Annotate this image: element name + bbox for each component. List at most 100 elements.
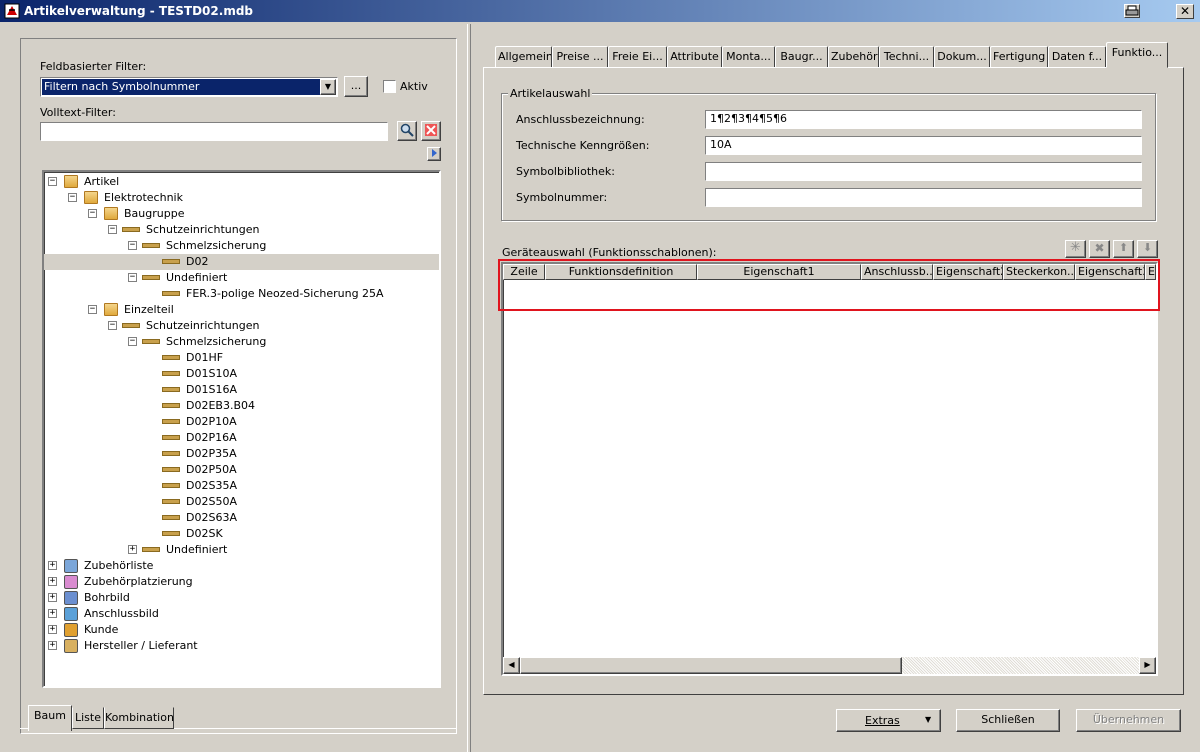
volltext-input[interactable] — [40, 122, 388, 141]
tab-dokum[interactable]: Dokum... — [934, 46, 990, 68]
tree-item[interactable]: − Artikel — [44, 174, 439, 190]
filter-select[interactable]: Filtern nach Symbolnummer ▼ — [40, 77, 338, 97]
filter-ellipsis-button[interactable]: ... — [344, 76, 368, 97]
chevron-down-icon[interactable]: ▼ — [320, 79, 336, 95]
tree-item[interactable]: − Schmelzsicherung — [44, 238, 439, 254]
tree-item[interactable]: FER.3-polige Neozed-Sicherung 25A — [44, 286, 439, 302]
tree-item[interactable]: − Elektrotechnik — [44, 190, 439, 206]
tree-expander-icon[interactable]: + — [48, 593, 57, 602]
tree-item[interactable]: + Anschlussbild — [44, 606, 439, 622]
tab-allgemein[interactable]: Allgemein — [495, 46, 552, 68]
tree-item[interactable]: D02SK — [44, 526, 439, 542]
plug-icon — [162, 291, 180, 296]
tree-item-label: Schmelzsicherung — [166, 335, 267, 348]
tree-item[interactable]: D02P50A — [44, 462, 439, 478]
scroll-thumb[interactable] — [520, 657, 902, 674]
splitter[interactable] — [467, 24, 471, 752]
field-input[interactable]: 10A — [705, 136, 1142, 155]
tree-item[interactable]: − Schmelzsicherung — [44, 334, 439, 350]
tree-item[interactable]: D02 — [44, 254, 439, 270]
article-tree[interactable]: − Artikel − Elektrotechnik − Baugruppe − Schutz… — [42, 170, 441, 688]
tree-item[interactable]: D01S10A — [44, 366, 439, 382]
tree-item[interactable]: D02S63A — [44, 510, 439, 526]
tree-expander-icon[interactable]: + — [48, 641, 57, 650]
tree-expander-icon[interactable]: + — [48, 577, 57, 586]
field-input[interactable]: 1¶2¶3¶4¶5¶6 — [705, 110, 1142, 129]
tab-attribute[interactable]: Attribute — [667, 46, 722, 68]
highlight-box — [498, 259, 1160, 311]
tree-expander-icon[interactable]: − — [68, 193, 77, 202]
tree-item[interactable]: + Zubehörliste — [44, 558, 439, 574]
plug-icon — [162, 387, 180, 392]
tree-item[interactable]: D01HF — [44, 350, 439, 366]
tree-item[interactable]: − Schutzeinrichtungen — [44, 318, 439, 334]
tree-item-label: Baugruppe — [124, 207, 185, 220]
tree-item[interactable]: D02EB3.B04 — [44, 398, 439, 414]
tree-item[interactable]: D02P10A — [44, 414, 439, 430]
horizontal-scrollbar[interactable]: ◀ ▶ — [503, 657, 1156, 674]
tab-liste[interactable]: Liste — [72, 707, 104, 729]
tree-item[interactable]: − Baugruppe — [44, 206, 439, 222]
tree-item[interactable]: D02P35A — [44, 446, 439, 462]
clear-filter-button[interactable] — [421, 121, 441, 141]
tab-fertigung[interactable]: Fertigung — [990, 46, 1048, 68]
tree-item[interactable]: + Kunde — [44, 622, 439, 638]
tab-preise[interactable]: Preise ... — [552, 46, 608, 68]
plug-icon — [162, 403, 180, 408]
scroll-right-button[interactable]: ▶ — [1139, 657, 1156, 674]
tree-expander-icon[interactable]: − — [108, 321, 117, 330]
function-grid[interactable] — [501, 262, 1158, 676]
tab-monta[interactable]: Monta... — [722, 46, 775, 68]
tab-baum[interactable]: Baum — [28, 705, 72, 731]
uebernehmen-button[interactable]: Übernehmen — [1076, 709, 1181, 732]
tree-expander-icon[interactable]: + — [48, 561, 57, 570]
tree-item[interactable]: D02S50A — [44, 494, 439, 510]
aktiv-checkbox[interactable] — [383, 80, 396, 93]
move-up-button[interactable]: ⬆ — [1113, 240, 1134, 258]
tree-expander-icon[interactable]: − — [88, 305, 97, 314]
tree-expander-icon[interactable]: + — [48, 625, 57, 634]
plug-icon — [162, 371, 180, 376]
tree-expander-icon[interactable]: + — [128, 545, 137, 554]
tab-baugr[interactable]: Baugr... — [775, 46, 828, 68]
tree-expander-icon[interactable]: − — [128, 273, 137, 282]
tree-expander-icon[interactable]: − — [128, 241, 137, 250]
scroll-left-button[interactable]: ◀ — [503, 657, 520, 674]
schliessen-button[interactable]: Schließen — [956, 709, 1060, 732]
tree-expander-icon[interactable]: − — [108, 225, 117, 234]
tab-techni[interactable]: Techni... — [879, 46, 934, 68]
tree-item[interactable]: + Hersteller / Lieferant — [44, 638, 439, 654]
move-down-button[interactable]: ⬇ — [1137, 240, 1158, 258]
tab-zubehör[interactable]: Zubehör — [828, 46, 879, 68]
close-button[interactable]: ✕ — [1176, 4, 1194, 19]
tree-item[interactable]: − Schutzeinrichtungen — [44, 222, 439, 238]
tree-item[interactable]: D02S35A — [44, 478, 439, 494]
tree-item[interactable]: D02P16A — [44, 430, 439, 446]
tab-datenf[interactable]: Daten f... — [1048, 46, 1106, 68]
plug-icon — [162, 259, 180, 264]
tab-funktio[interactable]: Funktio... — [1106, 42, 1168, 68]
tree-item[interactable]: − Undefiniert — [44, 270, 439, 286]
tree-expander-icon[interactable]: − — [48, 177, 57, 186]
new-row-button[interactable]: ✳ — [1065, 240, 1086, 258]
expand-arrow-button[interactable] — [427, 147, 441, 161]
tree-expander-icon[interactable]: − — [128, 337, 137, 346]
tab-kombination[interactable]: Kombination — [104, 707, 174, 729]
tree-item[interactable]: + Undefiniert — [44, 542, 439, 558]
print-icon[interactable] — [1124, 4, 1140, 18]
extras-button[interactable]: Extras ▼ — [836, 709, 941, 732]
tab-freieei[interactable]: Freie Ei... — [608, 46, 667, 68]
tree-expander-icon[interactable]: − — [88, 209, 97, 218]
tree-item[interactable]: − Einzelteil — [44, 302, 439, 318]
tree-item[interactable]: D01S16A — [44, 382, 439, 398]
app-icon — [4, 3, 20, 19]
tree-item[interactable]: + Zubehörplatzierung — [44, 574, 439, 590]
tree-item[interactable]: + Bohrbild — [44, 590, 439, 606]
title-bar[interactable]: Artikelverwaltung - TESTD02.mdb ✕ — [0, 0, 1200, 22]
field-input[interactable] — [705, 162, 1142, 181]
delete-row-button[interactable]: ✖ — [1089, 240, 1110, 258]
drill-icon — [64, 591, 78, 605]
tree-expander-icon[interactable]: + — [48, 609, 57, 618]
field-input[interactable] — [705, 188, 1142, 207]
search-button[interactable] — [397, 121, 417, 141]
